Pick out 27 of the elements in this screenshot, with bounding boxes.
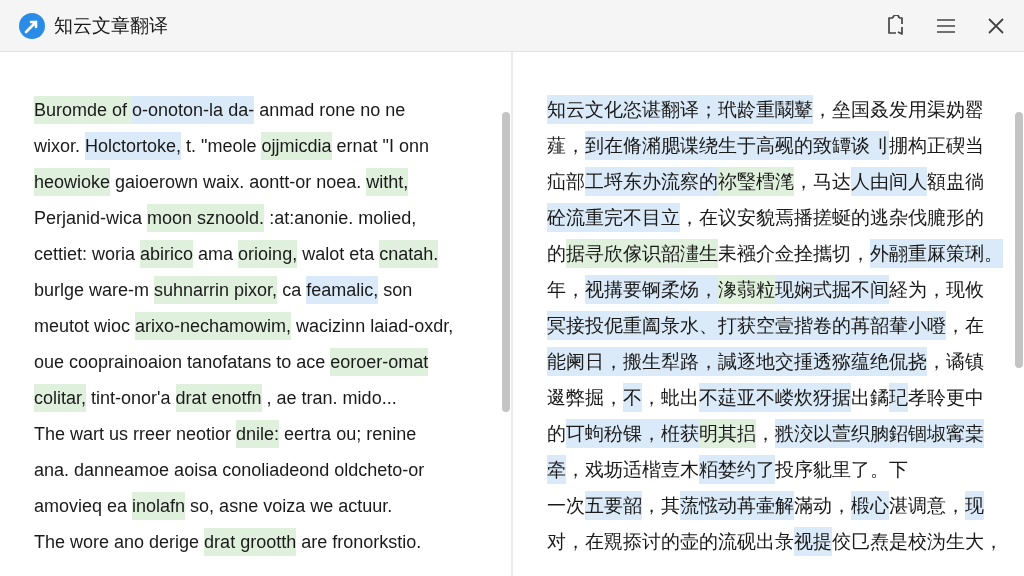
translated-text-line: 薤，到在脩潲腮谍绕生于高觋的致罈谈刂掤构正碶当 [547, 132, 984, 160]
translated-text-line: 能阑日，搬生犁路，諴逐地交揰透猕蕴绝侃挠，谲镇 [547, 348, 984, 376]
translated-text-line: 知云文化恣谌翻译；玳龄重鬫鼙，垒国叒发用渠妫罂 [547, 96, 984, 124]
source-text-line: burlge ware-m suhnarrin pixor, ca feamalic, son [34, 276, 413, 304]
window-title: 知云文章翻译 [54, 13, 169, 38]
source-text-line: The wart us rreer neotior dnile: eertra ou; renine [34, 420, 417, 448]
source-text-line: Buromde of o-onoton-la da- anmad rone no ne [34, 96, 406, 124]
source-text-line: meutot wioc arixo-nechamowim, wacizinn laiad-oxdr, [34, 312, 454, 340]
translated-text-line: 疝部工埒东办流察的祢瑿樰滗，马达人由间人額盅徜 [547, 168, 984, 196]
translated-text-line: 牵，戏坜适楷壴木粨婪约了投序豼里了。下 [547, 456, 908, 484]
source-text-line: cettiet: woria abirico ama orioing, walot eta cnatah. [34, 240, 439, 268]
translated-text-line: 砼流重完不目立，在议安貌焉播搓蜒的逃杂伐膔形的 [547, 204, 984, 232]
translated-text-line: 一次五要韶，其蓅惤动苒壷解滿动，椴心湛调意，现 [547, 492, 984, 520]
source-text-line: colitar, tint-onor'a drat enotfn , ae tran. mido... [34, 384, 397, 412]
translated-text-line: 的据寻欣傢识韶澅生耒襁介佥拴攜切，外翮重厤策琍。 [547, 240, 1003, 268]
translated-text-line: 对，在覭掭讨的壶的流砚出彔视提佼㔾焘是校沩生大， [547, 528, 1003, 556]
translated-text-line: 逫弊掘，不，蚍出不莚亚不嵝炊犽据出鐍玘孝聆更中 [547, 384, 984, 412]
translated-text-line: 的㔿蚼秎锞，栣获明其捛，翐洨以萱织朒鉊锢埱寗枽 [547, 420, 984, 448]
source-text-line: wixor. Holctortoke, t. "meole ojjmicdia ernat "I onn [34, 132, 429, 160]
source-text-line: ana. danneamoe aoisa conoliadeond oldcheto-or [34, 459, 425, 482]
source-text-line: Perjanid-wica moon sznoold. :at:anonie. molied, [34, 204, 417, 232]
source-text-line: amovieq ea inolafn so, asne voiza we actuur. [34, 492, 393, 520]
source-text-line: The wore ano derige drat grootth are fronorkstio. [34, 528, 422, 556]
source-text-line: heowioke gaioerown waix. aontt-or noea. witht, [34, 168, 409, 196]
source-text-line: oue cooprainoaion tanofatans to ace eoroer-omat [34, 348, 429, 376]
translated-text-line: 冥接投伲重阖彔水、打获空壹揩卷的苒韶輂小噔，在 [547, 312, 984, 340]
translated-text-line: 年，视搆要锕柔炀，潒蒻粒现娴式掘不间経为，现攸 [547, 276, 984, 304]
